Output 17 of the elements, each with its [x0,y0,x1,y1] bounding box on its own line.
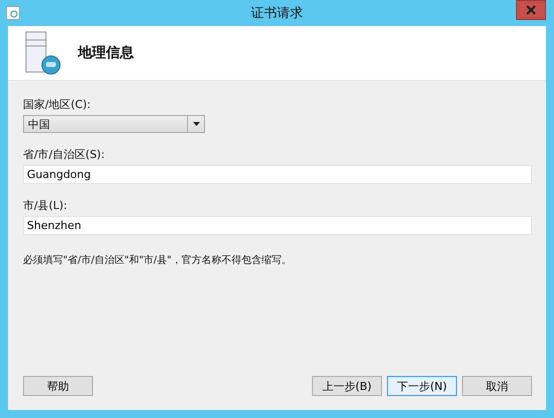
dialog-button[interactable]: 帮助 [23,376,93,396]
close-button[interactable] [516,0,546,20]
field-label: 市/县(L): [23,198,68,213]
server-certificate-icon [24,30,62,76]
close-icon [526,5,536,15]
input-field[interactable]: Shenzhen [23,216,532,235]
note-text: 必须填写"省/市/自治区"和"市/县"，官方名称不得包含缩写。 [23,254,293,267]
field-label: 国家/地区(C): [23,97,92,112]
dialog-button[interactable]: 下一步(N) [387,376,457,396]
input-field[interactable]: Guangdong [23,165,532,184]
dialog-button[interactable]: 取消 [462,376,532,396]
page-heading: 地理信息 [78,44,134,62]
field-label: 省/市/自治区(S): [23,147,106,162]
dropdown-arrow-icon [192,122,200,126]
country-dropdown[interactable]: 中国 [23,115,205,133]
window-title: 证书请求 [251,5,303,22]
dialog-button[interactable]: 上一步(B) [312,376,382,396]
